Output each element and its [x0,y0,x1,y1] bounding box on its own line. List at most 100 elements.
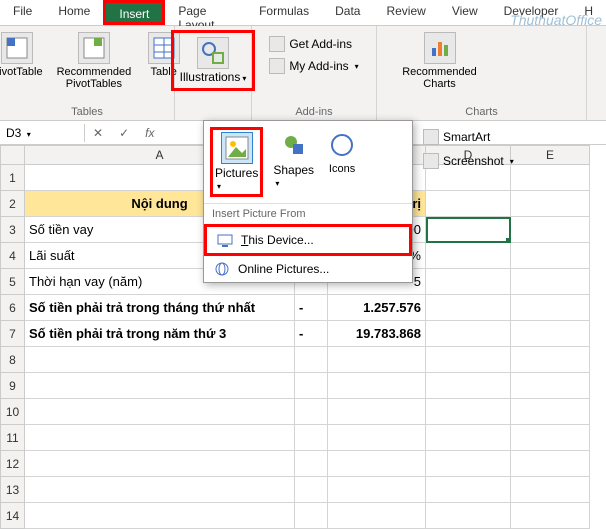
cell[interactable] [25,425,295,451]
enter-icon[interactable]: ✓ [111,126,137,140]
tab-h[interactable]: H [571,0,606,25]
tab-view[interactable]: View [439,0,491,25]
cell[interactable] [511,347,590,373]
row-header[interactable]: 11 [0,425,25,451]
cell[interactable] [426,217,511,243]
cell[interactable] [426,477,511,503]
screenshot-button[interactable]: Screenshot▾ [419,151,518,171]
cell[interactable] [426,191,511,217]
cell[interactable] [328,399,426,425]
cell[interactable]: Số tiền phải trả trong năm thứ 3 [25,321,295,347]
cell[interactable]: - [295,321,328,347]
cell[interactable] [295,373,328,399]
tab-insert[interactable]: Insert [103,0,165,25]
cell[interactable] [328,503,426,529]
pictures-button[interactable]: Pictures▾ [210,127,263,197]
group-label-charts: Charts [377,106,586,118]
row-header[interactable]: 13 [0,477,25,503]
cell[interactable] [328,373,426,399]
cell[interactable] [426,243,511,269]
cell[interactable]: - [295,295,328,321]
cell[interactable] [328,347,426,373]
name-box[interactable]: D3 ▾ [0,124,85,142]
cell[interactable]: Số tiền phải trả trong tháng thứ nhất [25,295,295,321]
cell[interactable] [426,503,511,529]
cell[interactable] [511,217,590,243]
cell[interactable] [295,347,328,373]
cell[interactable] [426,321,511,347]
dropdown-section-label: Insert Picture From [204,203,412,224]
cell[interactable] [25,451,295,477]
tab-file[interactable]: File [0,0,45,25]
cell[interactable] [25,347,295,373]
cell[interactable] [328,425,426,451]
row-header[interactable]: 6 [0,295,25,321]
row-header[interactable]: 7 [0,321,25,347]
cell[interactable] [426,373,511,399]
cell[interactable] [426,269,511,295]
tab-formulas[interactable]: Formulas [246,0,322,25]
cell[interactable] [426,451,511,477]
shapes-button[interactable]: Shapes▾ [271,127,316,197]
icons-button[interactable]: Icons [324,127,360,197]
cell[interactable] [295,425,328,451]
tab-developer[interactable]: Developer [491,0,572,25]
tab-data[interactable]: Data [322,0,373,25]
cell[interactable] [328,451,426,477]
cell[interactable] [426,425,511,451]
recommended-charts-button[interactable]: Recommended Charts [398,30,481,92]
row-header[interactable]: 1 [0,165,25,191]
pivottable-button[interactable]: PivotTable [0,30,47,80]
this-device-menu-item[interactable]: This This Device...Device... [204,224,412,256]
cell[interactable] [511,477,590,503]
cancel-icon[interactable]: ✕ [85,126,111,140]
cell[interactable] [511,165,590,191]
cell[interactable] [511,373,590,399]
cell[interactable]: 1.257.576 [328,295,426,321]
cell[interactable] [511,295,590,321]
cell[interactable] [511,191,590,217]
select-all-corner[interactable] [0,145,25,165]
cell[interactable] [511,425,590,451]
row-header[interactable]: 10 [0,399,25,425]
cell[interactable]: 19.783.868 [328,321,426,347]
tab-page-layout[interactable]: Page Layout [165,0,246,25]
illustrations-button[interactable]: Illustrations▾ [171,30,256,91]
online-pictures-menu-item[interactable]: Online Pictures... [204,256,412,282]
icons-icon [326,129,358,161]
cell[interactable] [511,321,590,347]
cell[interactable] [25,503,295,529]
cell[interactable] [295,451,328,477]
cell[interactable] [511,399,590,425]
tab-review[interactable]: Review [373,0,438,25]
cell[interactable] [295,477,328,503]
cell[interactable] [511,451,590,477]
cell[interactable] [295,399,328,425]
row-header[interactable]: 4 [0,243,25,269]
cell[interactable] [25,399,295,425]
cell[interactable] [295,503,328,529]
row-header[interactable]: 14 [0,503,25,529]
cell[interactable] [25,477,295,503]
row-header[interactable]: 2 [0,191,25,217]
recommended-pivot-button[interactable]: Recommended PivotTables [53,30,136,92]
row-header[interactable]: 5 [0,269,25,295]
cell[interactable] [426,347,511,373]
my-addins-button[interactable]: My Add-ins▾ [265,56,362,76]
col-header-E[interactable]: E [511,145,590,165]
cell[interactable] [328,477,426,503]
row-header[interactable]: 8 [0,347,25,373]
tab-home[interactable]: Home [45,0,103,25]
cell[interactable] [511,503,590,529]
cell[interactable] [25,373,295,399]
cell[interactable] [511,269,590,295]
cell[interactable] [426,295,511,321]
cell[interactable] [511,243,590,269]
get-addins-button[interactable]: Get Add-ins [265,34,356,54]
row-header[interactable]: 12 [0,451,25,477]
row-header[interactable]: 9 [0,373,25,399]
fx-icon[interactable]: fx [137,126,162,140]
cell[interactable] [426,399,511,425]
smartart-button[interactable]: SmartArt [419,127,518,147]
row-header[interactable]: 3 [0,217,25,243]
